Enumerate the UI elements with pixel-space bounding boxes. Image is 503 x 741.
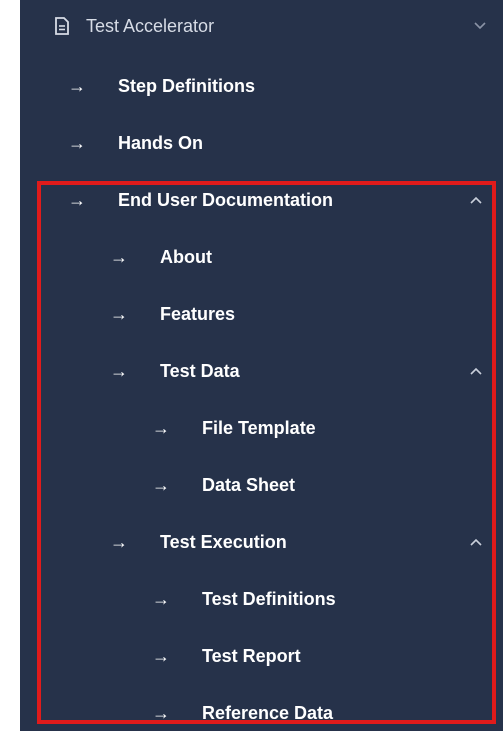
sidebar-item-data-sheet[interactable]: → Data Sheet <box>152 457 499 513</box>
chevron-up-icon[interactable] <box>467 191 485 209</box>
arrow-right-icon: → <box>110 531 128 552</box>
sidebar-item-test-data[interactable]: → Test Data <box>110 343 499 399</box>
sidebar-item-label: Test Data <box>160 360 240 381</box>
sidebar-item-test-accelerator[interactable]: Test Accelerator <box>52 0 499 52</box>
chevron-down-icon[interactable] <box>471 17 489 35</box>
sidebar-item-label: Data Sheet <box>202 474 296 495</box>
arrow-right-icon: → <box>68 132 86 153</box>
sidebar-item-end-user-documentation[interactable]: → End User Documentation <box>68 172 499 228</box>
sidebar-item-test-execution[interactable]: → Test Execution <box>110 514 499 570</box>
arrow-right-icon: → <box>110 360 128 381</box>
sidebar-item-label: Test Report <box>202 645 301 666</box>
sidebar-item-label: Reference Data <box>202 702 334 723</box>
arrow-right-icon: → <box>152 588 170 609</box>
sidebar-item-label: Test Accelerator <box>86 15 215 36</box>
sidebar-item-file-template[interactable]: → File Template <box>152 400 499 456</box>
arrow-right-icon: → <box>152 417 170 438</box>
sidebar-item-label: File Template <box>202 417 316 438</box>
sidebar-item-about[interactable]: → About <box>110 229 499 285</box>
chevron-up-icon[interactable] <box>467 362 485 380</box>
sidebar-item-label: About <box>160 246 212 267</box>
arrow-right-icon: → <box>152 645 170 666</box>
sidebar-item-label: Features <box>160 303 236 324</box>
arrow-right-icon: → <box>110 246 128 267</box>
chevron-up-icon[interactable] <box>467 533 485 551</box>
sidebar-item-label: Test Definitions <box>202 588 336 609</box>
sidebar-item-label: Step Definitions <box>118 75 256 96</box>
sidebar-item-step-definitions[interactable]: → Step Definitions <box>68 58 499 114</box>
arrow-right-icon: → <box>68 75 86 96</box>
sidebar-nav: Test Accelerator → Step Definitions → Ha… <box>20 0 503 731</box>
sidebar-item-test-definitions[interactable]: → Test Definitions <box>152 571 499 627</box>
sidebar-item-label: Hands On <box>118 132 204 153</box>
sidebar-item-test-report[interactable]: → Test Report <box>152 628 499 684</box>
arrow-right-icon: → <box>152 702 170 723</box>
document-icon <box>52 16 72 36</box>
sidebar-item-label: End User Documentation <box>118 189 334 210</box>
sidebar-item-reference-data[interactable]: → Reference Data <box>152 685 499 741</box>
arrow-right-icon: → <box>68 189 86 210</box>
sidebar-item-label: Test Execution <box>160 531 287 552</box>
arrow-right-icon: → <box>110 303 128 324</box>
arrow-right-icon: → <box>152 474 170 495</box>
sidebar-item-hands-on[interactable]: → Hands On <box>68 115 499 171</box>
sidebar-item-features[interactable]: → Features <box>110 286 499 342</box>
